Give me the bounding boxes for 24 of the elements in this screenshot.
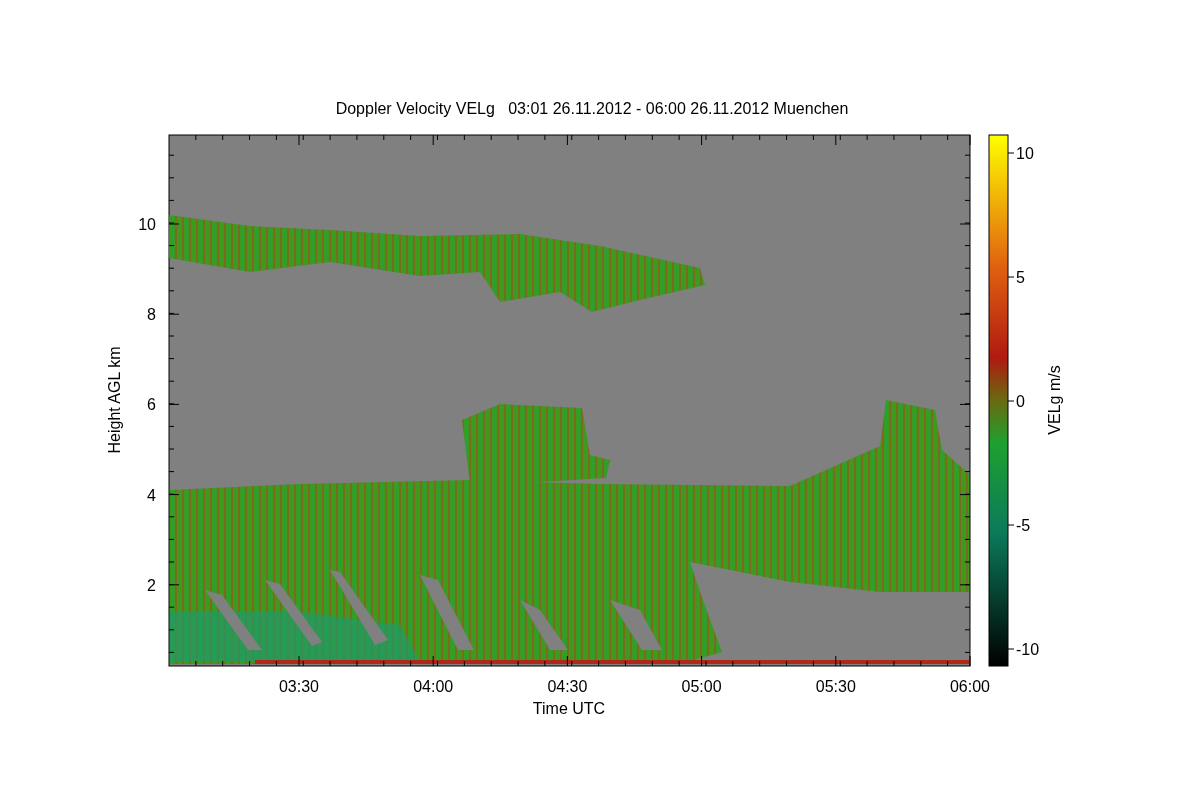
x-tick-label: 04:30 bbox=[547, 678, 588, 695]
y-tick-label: 2 bbox=[147, 576, 156, 594]
colorbar-tick-label: -10 bbox=[1016, 641, 1040, 658]
y-tick-label: 8 bbox=[147, 306, 156, 324]
clear-gap bbox=[520, 600, 568, 650]
colorbar-tick-label: 0 bbox=[1016, 393, 1025, 410]
x-tick-label: 05:00 bbox=[681, 678, 722, 695]
y-axis-label: Height AGL km bbox=[106, 346, 123, 454]
x-tick-label: 04:00 bbox=[413, 678, 454, 695]
chart-title: Doppler Velocity VELg 03:01 26.11.2012 - 06:00 26.11.2012 Muenchen bbox=[335, 100, 849, 117]
y-tick-label: 10 bbox=[138, 216, 156, 233]
x-tick-label: 05:30 bbox=[815, 678, 856, 695]
x-tick-label: 06:00 bbox=[950, 678, 990, 695]
y-tick-label: 6 bbox=[147, 396, 156, 414]
x-tick-label: 03:30 bbox=[279, 678, 319, 695]
colorbar-tick-label: -5 bbox=[1016, 517, 1031, 534]
clear-gap bbox=[610, 600, 662, 650]
y-tick-label: 4 bbox=[147, 486, 156, 504]
colorbar-label: VELg m/s bbox=[1046, 365, 1063, 435]
colorbar-tick-label: 5 bbox=[1016, 269, 1025, 286]
clear-gap bbox=[205, 590, 262, 650]
colorbar-tick-label: 10 bbox=[1016, 145, 1034, 162]
clear-gap bbox=[265, 580, 322, 646]
x-axis-label: Time UTC bbox=[532, 700, 606, 717]
